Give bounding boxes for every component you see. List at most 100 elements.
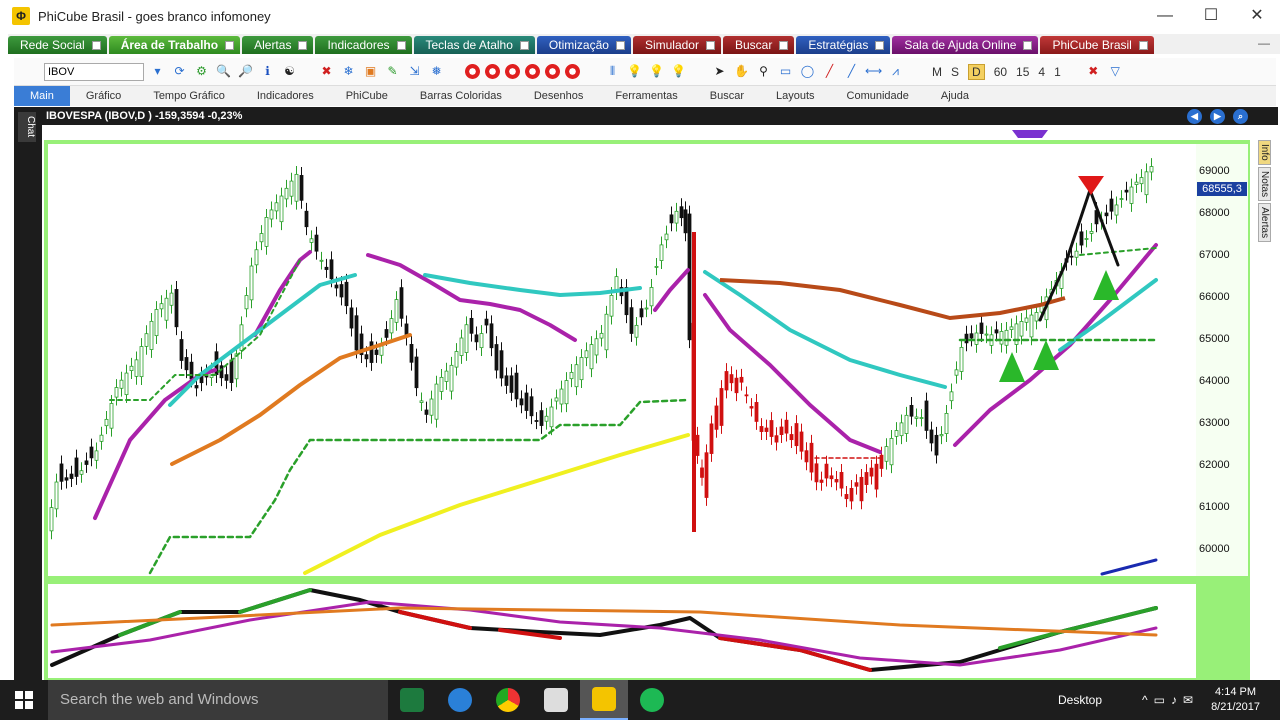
price-tick: 67000 xyxy=(1199,249,1230,261)
candle-body xyxy=(149,320,154,350)
candle-body xyxy=(449,364,454,392)
candle-body xyxy=(524,392,529,411)
system-tray: Desktop ^▭♪✉ 4:14 PM 8/21/2017 xyxy=(1058,680,1280,720)
clock[interactable]: 4:14 PM 8/21/2017 xyxy=(1211,685,1260,715)
candle-body xyxy=(79,470,84,475)
side-tab-bar: Info Notas Alertas xyxy=(1258,140,1276,244)
candle-body xyxy=(749,406,754,409)
candle-body xyxy=(184,357,189,371)
candle-body xyxy=(774,435,779,443)
desktop-toolbar[interactable]: Desktop xyxy=(1058,693,1102,707)
gap-down-candle xyxy=(692,232,696,532)
candle-body xyxy=(329,259,334,280)
candle-body xyxy=(414,356,419,389)
start-button[interactable] xyxy=(0,680,48,720)
candle-body xyxy=(909,404,914,417)
candle-body xyxy=(319,259,324,262)
candle-body xyxy=(914,416,919,419)
candle-body xyxy=(234,353,239,380)
candle-body xyxy=(164,297,169,321)
candle-body xyxy=(1029,314,1034,338)
candle-body xyxy=(700,467,704,478)
candle-body xyxy=(579,357,584,381)
candle-body xyxy=(695,434,700,456)
candle-body xyxy=(1104,212,1109,217)
candle-body xyxy=(994,329,999,334)
candle-body xyxy=(144,333,149,347)
candle-body xyxy=(569,371,574,380)
candle-body xyxy=(444,370,449,382)
candle-body xyxy=(859,476,864,502)
candle-body xyxy=(854,482,859,487)
excel-icon[interactable] xyxy=(388,680,436,720)
chrome-icon[interactable] xyxy=(484,680,532,720)
candle-body xyxy=(999,331,1004,345)
candle-body xyxy=(464,324,469,353)
candle-body xyxy=(549,406,554,428)
candle-body xyxy=(929,429,934,444)
candle-body xyxy=(659,244,664,261)
candle-body xyxy=(324,266,329,270)
candle-body xyxy=(514,372,519,400)
candle-body xyxy=(259,233,264,243)
candle-body xyxy=(254,249,259,266)
candle-body xyxy=(804,450,809,463)
candle-body xyxy=(469,317,474,334)
price-tick: 63000 xyxy=(1199,417,1230,429)
candle-body xyxy=(934,434,939,456)
candle-body xyxy=(1074,250,1079,258)
candle-body xyxy=(1134,181,1139,186)
candle-body xyxy=(919,417,924,419)
candle-body xyxy=(109,403,114,429)
candle-body xyxy=(379,345,384,356)
candle-body xyxy=(299,175,304,201)
candle-body xyxy=(849,487,854,502)
game-icon[interactable] xyxy=(532,680,580,720)
candle-body xyxy=(49,507,54,532)
price-tick: 61000 xyxy=(1199,501,1230,513)
candle-body xyxy=(1144,171,1149,196)
candle-body xyxy=(954,369,959,376)
side-tab-1[interactable]: Notas xyxy=(1258,166,1271,201)
candle-body xyxy=(719,388,724,426)
candle-body xyxy=(84,460,89,465)
price-tick: 66000 xyxy=(1199,291,1230,303)
candle-body xyxy=(939,434,944,437)
candle-body xyxy=(264,217,269,247)
candle-body xyxy=(1139,177,1144,185)
candle-body xyxy=(784,419,789,434)
candle-body xyxy=(709,423,714,454)
edge-icon[interactable] xyxy=(436,680,484,720)
candle-body xyxy=(159,303,164,310)
spotify-icon[interactable] xyxy=(628,680,676,720)
candle-body xyxy=(1079,231,1084,246)
candle-body xyxy=(599,332,604,339)
side-tab-0[interactable]: Info xyxy=(1258,140,1271,165)
taskbar-search[interactable]: Search the web and Windows xyxy=(48,680,388,720)
phicube-taskbar-icon[interactable] xyxy=(580,680,628,720)
alert-marker xyxy=(1012,130,1048,138)
candle-body xyxy=(944,413,949,434)
side-tab-2[interactable]: Alertas xyxy=(1258,202,1271,242)
candle-body xyxy=(1149,166,1154,173)
windows-taskbar: Search the web and Windows Desktop ^▭♪✉ … xyxy=(0,680,1280,720)
candle-body xyxy=(499,350,504,379)
candle-body xyxy=(739,376,744,383)
candle-body xyxy=(1129,186,1134,204)
candle-body xyxy=(584,350,589,359)
candle-body xyxy=(1109,198,1114,212)
candle-body xyxy=(134,359,139,377)
candle-body xyxy=(734,377,739,394)
tray-icons[interactable]: ^▭♪✉ xyxy=(1142,693,1199,707)
candle-body xyxy=(269,209,274,220)
candle-body xyxy=(369,341,374,363)
candle-body xyxy=(704,452,709,498)
candle-body xyxy=(829,475,834,480)
candle-body xyxy=(984,333,989,336)
candle-body xyxy=(89,446,94,459)
candle-body xyxy=(169,292,174,306)
current-price-badge: 68555,3 xyxy=(1197,182,1247,196)
candle-body xyxy=(284,187,289,200)
candle-body xyxy=(764,427,769,432)
price-chart[interactable] xyxy=(0,0,1280,680)
